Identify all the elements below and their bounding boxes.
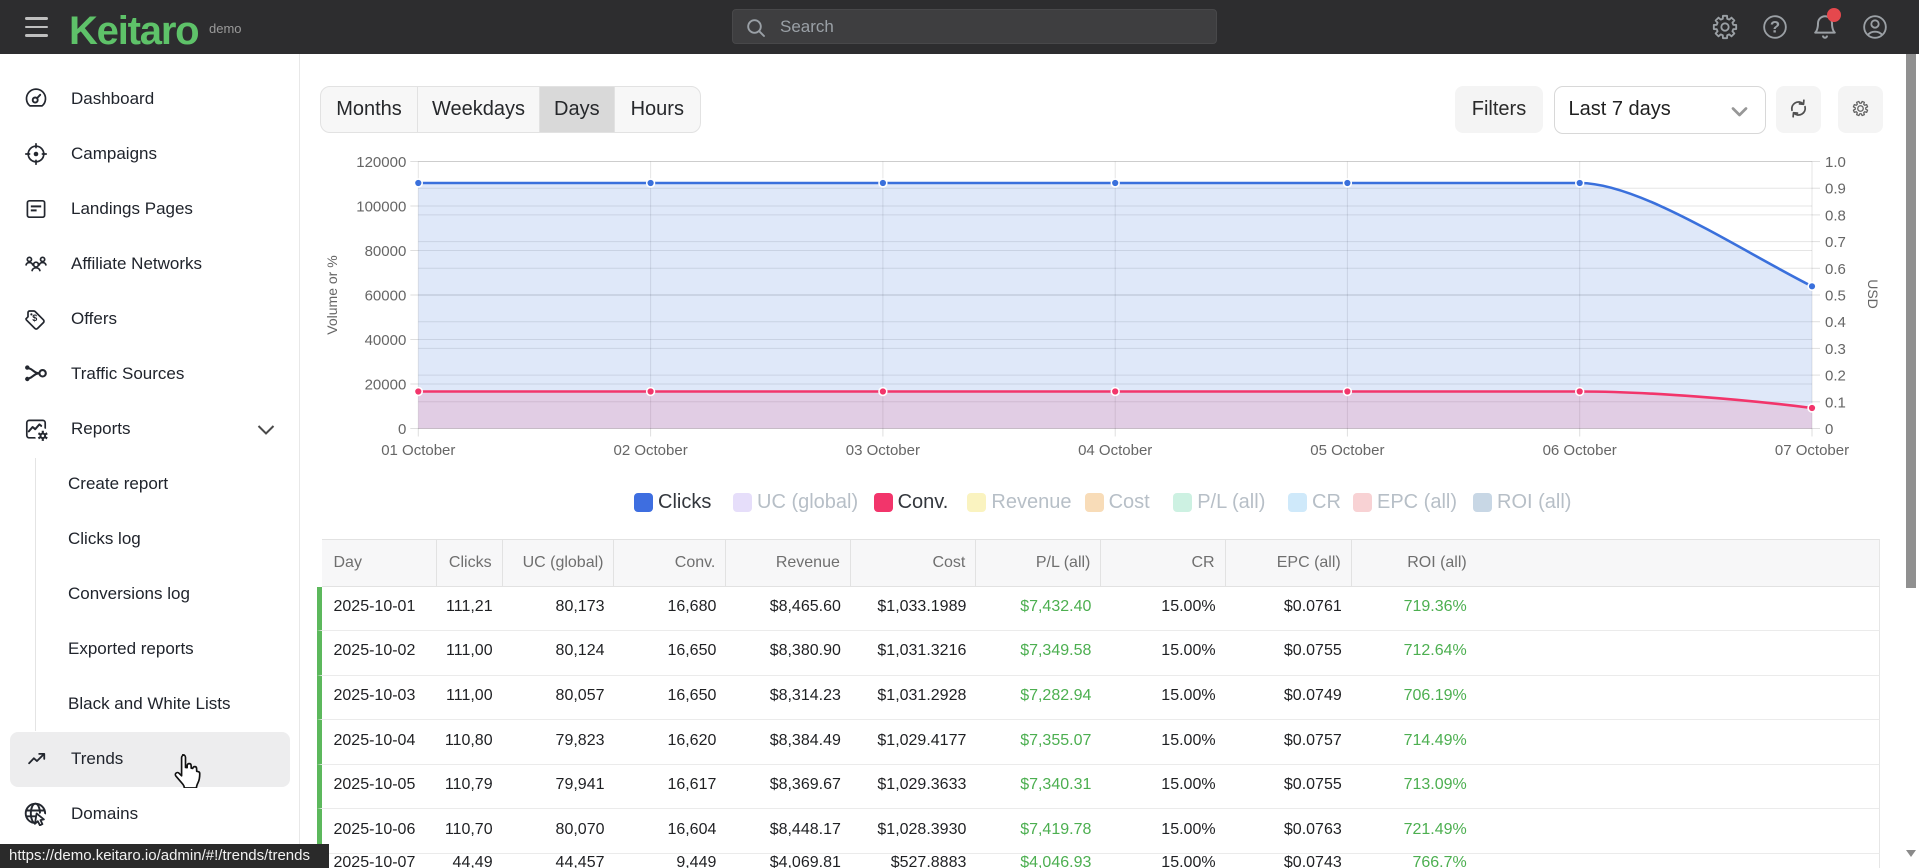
- svg-text:0.6: 0.6: [1825, 261, 1846, 278]
- svg-text:0.3: 0.3: [1825, 341, 1846, 358]
- svg-text:0.5: 0.5: [1825, 288, 1846, 305]
- svg-text:07 October: 07 October: [1775, 442, 1849, 459]
- svg-text:0.7: 0.7: [1825, 234, 1846, 251]
- svg-text:06 October: 06 October: [1543, 442, 1617, 459]
- svg-text:04 October: 04 October: [1078, 442, 1152, 459]
- svg-text:80000: 80000: [365, 243, 407, 260]
- svg-text:0.4: 0.4: [1825, 314, 1846, 331]
- svg-text:0.8: 0.8: [1825, 207, 1846, 224]
- svg-text:100000: 100000: [356, 199, 406, 216]
- svg-text:0: 0: [398, 421, 406, 438]
- svg-text:05 October: 05 October: [1310, 442, 1384, 459]
- svg-text:0.1: 0.1: [1825, 394, 1846, 411]
- svg-text:0: 0: [1825, 421, 1833, 438]
- svg-text:02 October: 02 October: [613, 442, 687, 459]
- svg-text:03 October: 03 October: [846, 442, 920, 459]
- svg-text:20000: 20000: [365, 377, 407, 394]
- svg-text:1.0: 1.0: [1825, 154, 1846, 171]
- svg-text:120000: 120000: [356, 154, 406, 171]
- svg-text:0.2: 0.2: [1825, 368, 1846, 385]
- svg-text:40000: 40000: [365, 332, 407, 349]
- svg-text:Volume or %: Volume or %: [324, 255, 340, 334]
- svg-text:0.9: 0.9: [1825, 181, 1846, 198]
- svg-text:01 October: 01 October: [381, 442, 455, 459]
- svg-text:60000: 60000: [365, 288, 407, 305]
- svg-text:?: ?: [1770, 18, 1780, 37]
- svg-text:USD: USD: [1865, 279, 1881, 309]
- svg-text:$: $: [32, 313, 37, 323]
